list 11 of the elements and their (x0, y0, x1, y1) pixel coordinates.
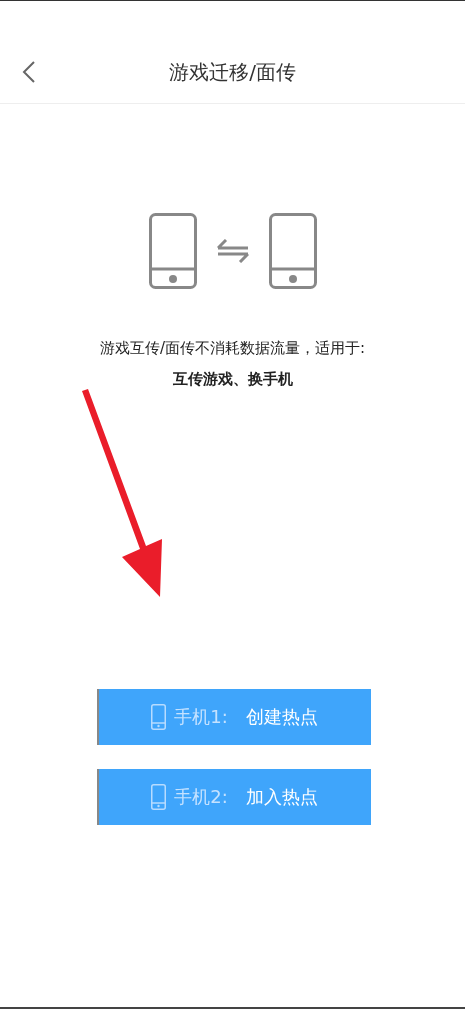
hotspot-button[interactable]: 手机2: 加入热点 (96, 769, 371, 825)
back-icon[interactable] (22, 61, 36, 83)
swap-icon (216, 239, 249, 263)
hotspot-button[interactable]: 手机1: 创建热点 (96, 689, 371, 745)
phone-icon (268, 213, 317, 289)
phone-icon (151, 784, 167, 810)
phone-icon (151, 704, 167, 730)
intro-text: 游戏互传/面传不消耗数据流量，适用于: (98, 339, 367, 358)
page-title: 游戏迁移/面传 (169, 58, 296, 86)
intro-text: 互传游戏、换手机 (171, 370, 294, 389)
phone-icon (148, 213, 197, 289)
